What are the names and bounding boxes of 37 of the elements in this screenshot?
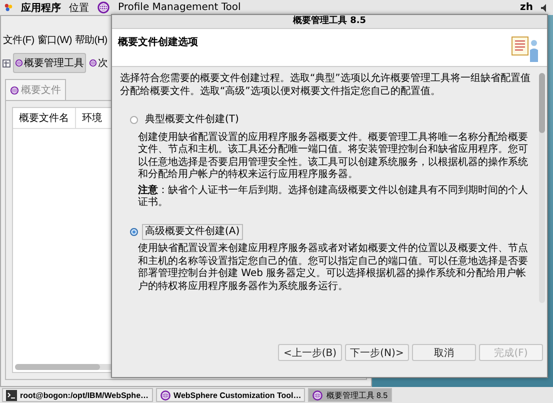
option-description: 创建使用缺省配置设置的应用程序服务器概要文件。概要管理工具将唯一名称分配给概要文件、节点和主机。该工具还分配唯一端口值。将安装管理控制台和缺省应用程序。您可以任意地选择是否要启用管理安全性。该工具可以创建系统服务，以根据机器的操作系统和分配给用户帐户的特权来运行应用程序服务器。 [138,132,529,182]
menu-item[interactable]: 窗口(W) [37,33,72,47]
globe-icon [97,1,110,14]
toolbar-button[interactable]: 次 [87,53,110,73]
taskbar-item[interactable]: 概要管理工具 8.5 [308,388,392,402]
apps-menu[interactable]: 应用程序 [21,0,61,14]
window-title: Profile Management Tool [118,2,241,13]
menu-item[interactable]: 文件(F) [3,33,34,47]
intro-text: 选择符合您需要的概要文件创建过程。选取“典型”选项以允许概要管理工具将一组缺省配置值分配给概要文件。选取“高级”选项以便对概要文件指定您自己的配置值。 [120,73,532,98]
scrollbar[interactable] [539,73,545,303]
menu-item[interactable]: 帮助(H) [74,33,108,47]
option-description: 使用缺省配置设置来创建应用程序服务器或者对诸如概要文件的位置以及概要文件、节点和主机的名称等设置指定您自己的值。您可以指定自己的端口值。可以任意地选择是否要部署管理控制台并创建 Web 服务器定义。可以选择根据机器的操作系统和分配给用户帐户的特权将应用程序服务器作为系统服务运行。 [138,243,529,293]
globe-icon [160,390,171,400]
radio-button[interactable] [130,116,138,124]
taskbar-item[interactable]: root@bogon:/opt/IBM/WebSphe… [2,388,153,402]
radio-label[interactable]: 高级概要文件创建(A) [142,224,243,240]
radio-label[interactable]: 典型概要文件创建(T) [142,112,242,128]
radio-button[interactable] [130,228,138,236]
terminal-icon [6,390,17,400]
globe-icon [10,86,19,94]
column-header[interactable]: 概要文件名 [13,108,76,128]
new-icon[interactable] [2,58,12,68]
dialog-title: 概要管理工具 8.5 [112,15,547,29]
speaker-icon[interactable] [541,4,549,12]
taskbar-item[interactable]: WebSphere Customization Tool… [156,388,306,402]
places-menu[interactable]: 位置 [69,0,89,14]
note-text: 注意：缺省个人证书一年后到期。选择创建高级概要文件以创建具有不同到期时间的个人证书。 [138,184,529,210]
wizard-button[interactable]: <上一步(B) [278,344,342,361]
toolbar-button[interactable]: 概要管理工具 [13,53,86,73]
wizard-button[interactable]: 下一步(N)> [345,344,409,361]
wizard-button[interactable]: 取消 [412,344,476,361]
globe-icon [15,59,23,67]
globe-icon [312,390,324,400]
language-indicator[interactable]: zh [520,2,533,13]
globe-icon [89,59,97,67]
document-person-icon [511,35,541,63]
page-heading: 概要文件创建选项 [118,36,199,50]
